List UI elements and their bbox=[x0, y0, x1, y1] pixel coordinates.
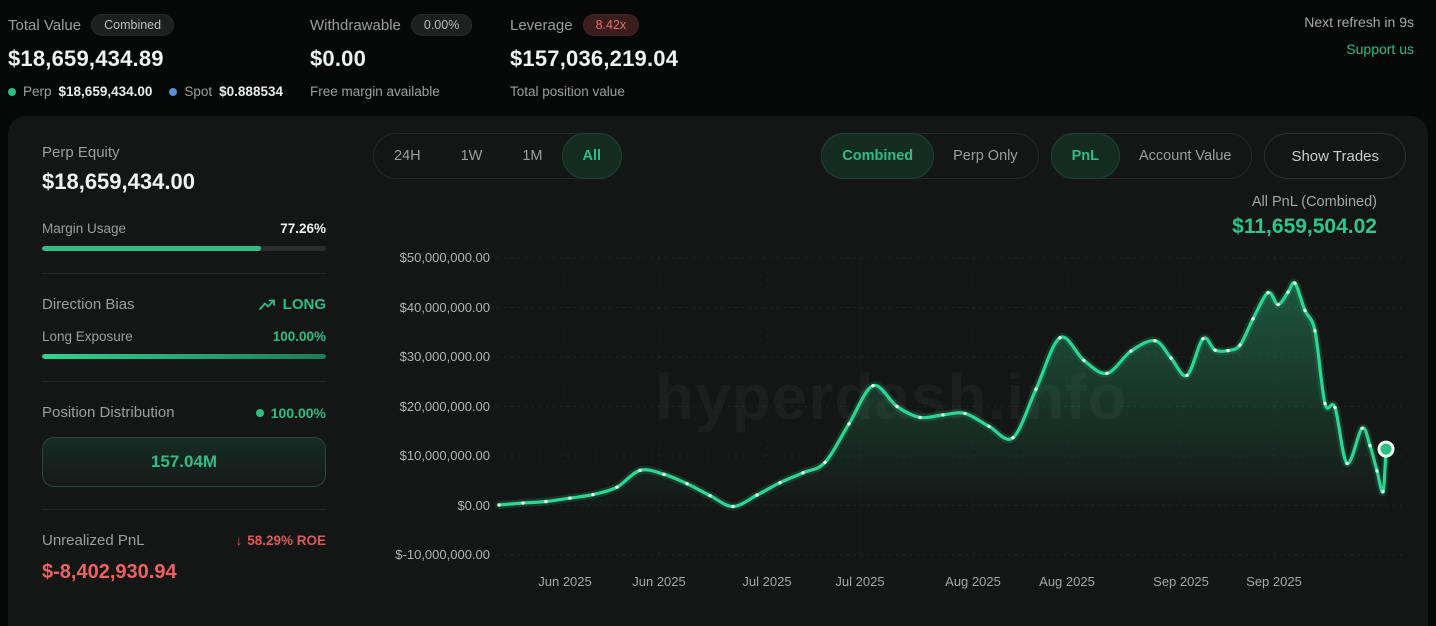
perp-equity-value: $18,659,434.00 bbox=[42, 169, 326, 195]
long-exposure-row: Long Exposure 100.00% bbox=[42, 329, 326, 344]
all-pnl-label: All PnL (Combined) bbox=[1232, 194, 1377, 210]
x-tick-label: Jul 2025 bbox=[815, 574, 905, 589]
direction-bias-label: Direction Bias bbox=[42, 296, 135, 313]
refresh-countdown: Next refresh in 9s bbox=[1304, 14, 1414, 30]
spot-value: $0.888534 bbox=[219, 84, 283, 99]
all-pnl-value: $11,659,504.02 bbox=[1232, 215, 1377, 239]
leverage-block: Leverage 8.42x $157,036,219.04 Total pos… bbox=[510, 12, 678, 99]
y-tick-label: $10,000,000.00 bbox=[350, 448, 490, 463]
leverage-badge: 8.42x bbox=[583, 14, 640, 36]
position-distribution-label: Position Distribution bbox=[42, 404, 175, 421]
chart-canvas bbox=[497, 250, 1402, 560]
divider bbox=[42, 381, 326, 382]
x-tick-label: Jun 2025 bbox=[520, 574, 610, 589]
x-tick-label: Jun 2025 bbox=[614, 574, 704, 589]
withdrawable-subtext: Free margin available bbox=[310, 84, 510, 99]
main-panel: Perp Equity $18,659,434.00 Margin Usage … bbox=[8, 116, 1428, 626]
range-all[interactable]: All bbox=[562, 133, 623, 179]
topbar: Total Value Combined $18,659,434.89 Perp… bbox=[0, 0, 1436, 99]
roe-value: 58.29% ROE bbox=[247, 533, 326, 548]
total-value-amount: $18,659,434.89 bbox=[8, 46, 310, 72]
position-size-box[interactable]: 157.04M bbox=[42, 437, 326, 487]
margin-usage-row: Margin Usage 77.26% bbox=[42, 221, 326, 236]
margin-usage-label: Margin Usage bbox=[42, 221, 126, 236]
withdrawable-percent-badge: 0.00% bbox=[411, 14, 472, 36]
y-axis-labels: $50,000,000.00 $40,000,000.00 $30,000,000.… bbox=[350, 250, 490, 560]
y-tick-label: $30,000,000.00 bbox=[350, 349, 490, 364]
x-tick-label: Sep 2025 bbox=[1229, 574, 1319, 589]
perp-value: $18,659,434.00 bbox=[59, 84, 153, 99]
latest-point-marker bbox=[1379, 442, 1393, 456]
margin-usage-fill bbox=[42, 246, 261, 251]
divider bbox=[42, 273, 326, 274]
direction-bias-row: Direction Bias LONG bbox=[42, 296, 326, 313]
pnl-chart[interactable]: hyperdash.info bbox=[497, 250, 1402, 560]
trend-up-icon bbox=[259, 298, 276, 312]
total-value-label: Total Value bbox=[8, 17, 81, 34]
position-distribution-row: Position Distribution 100.00% bbox=[42, 404, 326, 421]
support-us-link[interactable]: Support us bbox=[1346, 41, 1414, 57]
perp-label: Perp bbox=[23, 84, 52, 99]
x-tick-label: Aug 2025 bbox=[928, 574, 1018, 589]
unrealized-pnl-row: Unrealized PnL ↓ 58.29% ROE bbox=[42, 532, 326, 549]
show-trades-button[interactable]: Show Trades bbox=[1264, 133, 1406, 179]
leverage-subtext: Total position value bbox=[510, 84, 678, 99]
x-tick-label: Jul 2025 bbox=[722, 574, 812, 589]
metric-toggle-group: PnLAccount Value bbox=[1051, 133, 1253, 179]
metric-pnl[interactable]: PnL bbox=[1051, 133, 1120, 179]
leverage-label: Leverage bbox=[510, 17, 573, 34]
range-24h[interactable]: 24H bbox=[374, 133, 441, 179]
withdrawable-block: Withdrawable 0.00% $0.00 Free margin ava… bbox=[310, 12, 510, 99]
x-axis-labels: Jun 2025 Jun 2025 Jul 2025Jul 2025 Aug 2025… bbox=[497, 574, 1402, 592]
timerange-group: 24H1W1MAll bbox=[373, 133, 622, 179]
perp-dot-icon bbox=[8, 88, 16, 96]
metric-account-value[interactable]: Account Value bbox=[1119, 133, 1251, 179]
y-tick-label: $-10,000,000.00 bbox=[350, 547, 490, 562]
arrow-down-icon: ↓ bbox=[235, 533, 242, 548]
y-tick-label: $0.00 bbox=[350, 498, 490, 513]
long-exposure-bar bbox=[42, 354, 326, 359]
spot-label: Spot bbox=[184, 84, 212, 99]
x-tick-label: Aug 2025 bbox=[1022, 574, 1112, 589]
margin-usage-value: 77.26% bbox=[280, 221, 326, 236]
all-pnl-header: All PnL (Combined) $11,659,504.02 bbox=[1232, 194, 1377, 239]
mode-combined[interactable]: Combined bbox=[821, 133, 934, 179]
range-1w[interactable]: 1W bbox=[441, 133, 503, 179]
distribution-dot-icon bbox=[256, 409, 264, 417]
combined-badge[interactable]: Combined bbox=[91, 14, 174, 36]
position-value-amount: $157,036,219.04 bbox=[510, 46, 678, 72]
topbar-right: Next refresh in 9s Support us bbox=[1304, 12, 1420, 59]
direction-bias-value: LONG bbox=[283, 296, 326, 313]
chart-controls: CombinedPerp Only PnLAccount Value Show … bbox=[821, 133, 1406, 179]
withdrawable-label: Withdrawable bbox=[310, 17, 401, 34]
spot-dot-icon bbox=[169, 88, 177, 96]
position-distribution-value: 100.00% bbox=[271, 405, 326, 421]
long-exposure-value: 100.00% bbox=[273, 329, 326, 344]
long-exposure-label: Long Exposure bbox=[42, 329, 133, 344]
x-tick-label: Sep 2025 bbox=[1136, 574, 1226, 589]
mode-toggle-group: CombinedPerp Only bbox=[821, 133, 1038, 179]
mode-perp-only[interactable]: Perp Only bbox=[933, 133, 1037, 179]
range-1m[interactable]: 1M bbox=[502, 133, 562, 179]
margin-usage-bar bbox=[42, 246, 326, 251]
total-value-block: Total Value Combined $18,659,434.89 Perp… bbox=[8, 12, 310, 99]
divider bbox=[42, 509, 326, 510]
withdrawable-amount: $0.00 bbox=[310, 46, 510, 72]
unrealized-pnl-label: Unrealized PnL bbox=[42, 532, 145, 549]
unrealized-pnl-value: $-8,402,930.94 bbox=[42, 561, 326, 584]
y-tick-label: $40,000,000.00 bbox=[350, 300, 490, 315]
perp-spot-legend: Perp $18,659,434.00 Spot $0.888534 bbox=[8, 84, 310, 99]
account-summary-sidebar: Perp Equity $18,659,434.00 Margin Usage … bbox=[42, 144, 326, 584]
y-tick-label: $20,000,000.00 bbox=[350, 399, 490, 414]
y-tick-label: $50,000,000.00 bbox=[350, 250, 490, 265]
perp-equity-label: Perp Equity bbox=[42, 144, 326, 161]
dashboard-page: Total Value Combined $18,659,434.89 Perp… bbox=[0, 0, 1436, 626]
long-exposure-fill bbox=[42, 354, 326, 359]
